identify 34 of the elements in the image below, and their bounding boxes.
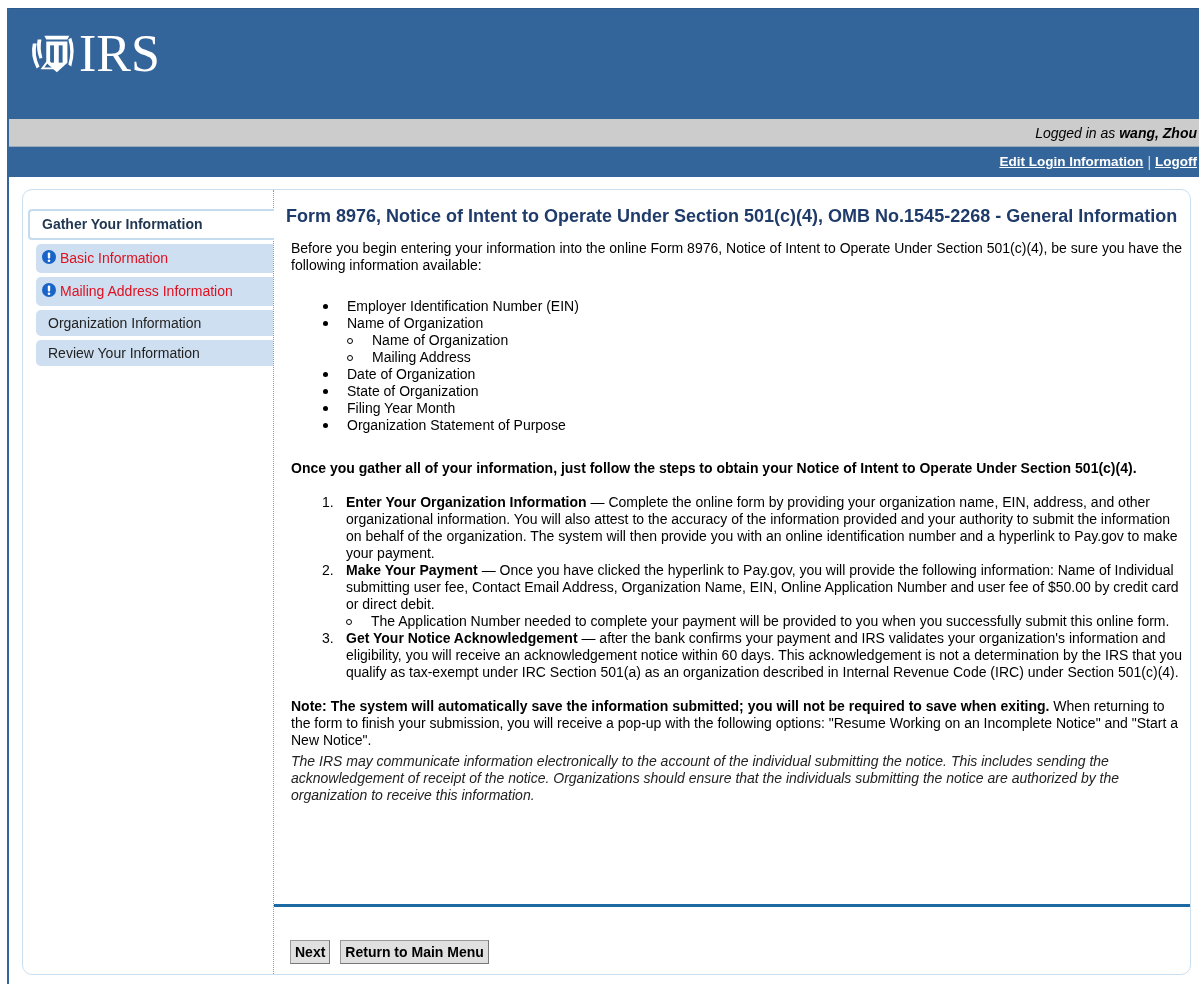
list-item-text: Employer Identification Number (EIN)	[347, 298, 579, 315]
list-item-text: The Application Number needed to complete your payment will be provided to you when you successfully submit this online form.	[371, 613, 1170, 630]
link-separator: |	[1147, 154, 1151, 170]
list-item-text: Name of Organization	[372, 332, 509, 349]
list-item-text: State of Organization	[347, 383, 479, 400]
list-item-text: Filing Year Month	[347, 400, 456, 417]
list-item-text: Date of Organization	[347, 366, 476, 383]
form-button[interactable]: Return to Main Menu	[340, 940, 489, 964]
sidebar-item[interactable]: Review Your Information	[36, 340, 273, 366]
note-text: Note: The system will automatically save the information submitted; you will not be required to save when exiting. When returning to the form to finish your submission, you will receive a pop-up with the following options: "Resume Working on an Incomplete Notice" and "Start a New Notice".	[290, 698, 1179, 750]
logo-text: IRS	[79, 28, 160, 80]
disclaimer-text: The IRS may communicate information electronically to the account of the individual submitting the notice. This includes sending the acknowledgement of receipt of the notice. Organizations should ensure that the individuals submitting the notice are authorized by the organization to receive this information.	[290, 753, 1121, 805]
step-text: Enter Your Organization Information — Complete the online form by providing your organization name, EIN, address, and other organizational information. You will also attest to the accuracy of the information provided and your authority to submit the information on behalf of the organization. The system will then provide you with an online identification number and a hyperlink to Pay.gov to make your payment.	[346, 494, 1178, 562]
sidebar-item[interactable]: Basic Information	[36, 244, 273, 273]
form-button[interactable]: Next	[290, 940, 331, 964]
intro-text: Before you begin entering your information into the online Form 8976, Notice of Intent to Operate Under Section 501(c)(4), be sure you have the following information available:	[290, 240, 1184, 275]
alert-icon	[42, 249, 56, 264]
step-number: 2.	[322, 562, 335, 581]
list-item-text: Mailing Address	[372, 349, 471, 366]
steps-intro-text: Once you gather all of your information, just follow the steps to obtain your Notice of Intent to Operate Under Section 501(c)(4).	[290, 460, 1138, 478]
step-text: Get Your Notice Acknowledgement — after the bank confirms your payment and IRS validates your organization's information and eligibility, you will receive an acknowledgement notice within 60 days. This acknowledgement is not a determination by the IRS that you qualify as tax-exempt under IRC Section 501(a) as an organization described in Internal Revenue Code (IRC) under Section 501(c)(4).	[346, 630, 1183, 681]
sidebar-item[interactable]: Mailing Address Information	[36, 277, 273, 306]
step-number: 3.	[322, 630, 335, 649]
sidebar-item[interactable]: Organization Information	[36, 310, 273, 336]
sidebar-heading[interactable]: Gather Your Information	[28, 209, 274, 240]
header-link[interactable]: Logoff	[1155, 154, 1197, 170]
step-text: Make Your Payment — Once you have clicked the hyperlink to Pay.gov, you will provide the following information: Name of Individual submitting user fee, Contact Email Address, Organization Name, EIN, Online Application Number and user fee of $50.00 by credit card or direct debit.	[346, 562, 1179, 613]
list-item-text: Name of Organization	[347, 315, 484, 332]
list-item-text: Organization Statement of Purpose	[347, 417, 566, 434]
login-status: Logged in as wang, Zhou	[1035, 124, 1198, 141]
header-link[interactable]: Edit Login Information	[999, 154, 1144, 170]
alert-icon	[42, 282, 56, 297]
step-number: 1.	[322, 494, 335, 513]
page-title: Form 8976, Notice of Intent to Operate Under Section 501(c)(4), OMB No.1545-2268 - General Information	[286, 205, 1179, 228]
